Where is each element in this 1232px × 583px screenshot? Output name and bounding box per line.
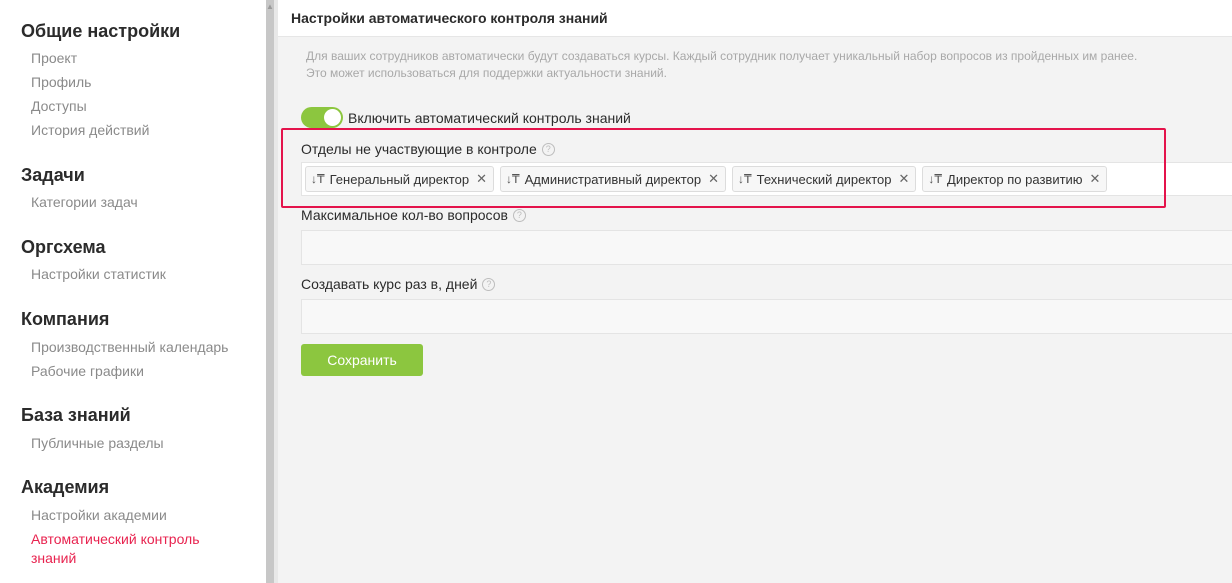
tag-label: Директор по развитию	[947, 171, 1083, 187]
scroll-up-icon[interactable]: ▲	[266, 2, 274, 12]
scrollbar-thumb[interactable]	[266, 0, 274, 583]
section-title: Оргсхема	[21, 237, 106, 257]
main-content: Настройки автоматического контроля знани…	[278, 0, 1232, 583]
sort-down-icon: ↓₸	[737, 172, 752, 186]
course-interval-label: Создавать курс раз в, дней ?	[301, 276, 496, 292]
sidebar-item-work-schedules[interactable]: Рабочие графики	[31, 359, 228, 383]
close-icon[interactable]: ✕	[898, 171, 909, 187]
enable-control-row: Включить автоматический контроль знаний	[301, 107, 631, 128]
section-title: Задачи	[21, 165, 85, 185]
sidebar-item-profile[interactable]: Профиль	[31, 70, 180, 94]
sidebar-section-general: Общие настройки Проект Профиль Доступы И…	[21, 20, 180, 142]
max-questions-input[interactable]	[301, 230, 1232, 265]
sort-down-icon: ↓₸	[505, 172, 520, 186]
sidebar-section-academy: Академия Настройки академии Автоматическ…	[21, 476, 231, 568]
sidebar-item-task-categories[interactable]: Категории задач	[31, 190, 138, 214]
excluded-departments-label: Отделы не участвующие в контроле ?	[301, 141, 555, 157]
tag-label: Технический директор	[756, 171, 892, 187]
tag-label: Административный директор	[524, 171, 702, 187]
section-title: База знаний	[21, 405, 131, 425]
sidebar-section-knowledge-base: База знаний Публичные разделы	[21, 404, 164, 455]
sort-down-icon: ↓₸	[311, 172, 325, 186]
sidebar-section-company: Компания Производственный календарь Рабо…	[21, 308, 228, 383]
field-label-text: Создавать курс раз в, дней	[301, 276, 478, 292]
max-questions-label: Максимальное кол-во вопросов ?	[301, 207, 526, 223]
description-line: Для ваших сотрудников автоматически буду…	[306, 49, 1138, 63]
department-tag: ↓₸ Генеральный директор ✕	[305, 166, 494, 192]
department-tag: ↓₸ Директор по развитию ✕	[922, 166, 1108, 192]
sidebar-item-public-sections[interactable]: Публичные разделы	[31, 431, 164, 455]
close-icon[interactable]: ✕	[1090, 171, 1101, 187]
sidebar-item-statistics-settings[interactable]: Настройки статистик	[31, 262, 166, 286]
sort-down-icon: ↓₸	[928, 172, 943, 186]
page-title: Настройки автоматического контроля знани…	[291, 10, 608, 26]
section-title: Компания	[21, 309, 110, 329]
sidebar-item-production-calendar[interactable]: Производственный календарь	[31, 335, 228, 359]
page-description: Для ваших сотрудников автоматически буду…	[306, 48, 1206, 82]
section-title: Академия	[21, 477, 110, 497]
save-button[interactable]: Сохранить	[301, 344, 423, 376]
sidebar-section-orgchart: Оргсхема Настройки статистик	[21, 236, 166, 286]
field-label-text: Максимальное кол-во вопросов	[301, 207, 508, 223]
question-circle-icon[interactable]: ?	[512, 208, 526, 222]
close-icon[interactable]: ✕	[708, 171, 719, 187]
sidebar-item-history[interactable]: История действий	[31, 118, 180, 142]
enable-control-toggle[interactable]	[301, 107, 343, 128]
description-line: Это может использоваться для поддержки а…	[306, 66, 667, 80]
sidebar-item-project[interactable]: Проект	[31, 46, 180, 70]
department-tag: ↓₸ Технический директор ✕	[731, 166, 917, 192]
section-title: Общие настройки	[21, 21, 181, 41]
settings-sidebar: Общие настройки Проект Профиль Доступы И…	[0, 0, 266, 583]
sidebar-section-tasks: Задачи Категории задач	[21, 164, 138, 214]
toggle-knob	[324, 109, 341, 126]
department-tag: ↓₸ Административный директор ✕	[499, 166, 726, 192]
field-label-text: Отделы не участвующие в контроле	[301, 141, 537, 157]
close-icon[interactable]: ✕	[476, 171, 487, 187]
enable-control-label: Включить автоматический контроль знаний	[348, 109, 631, 126]
tag-label: Генеральный директор	[329, 171, 470, 187]
sidebar-item-access[interactable]: Доступы	[31, 94, 180, 118]
course-interval-input[interactable]	[301, 299, 1232, 334]
sidebar-item-academy-settings[interactable]: Настройки академии	[31, 503, 231, 527]
question-circle-icon[interactable]: ?	[541, 142, 555, 156]
question-circle-icon[interactable]: ?	[482, 277, 496, 291]
page-header: Настройки автоматического контроля знани…	[278, 0, 1232, 37]
excluded-departments-select[interactable]: ↓₸ Генеральный директор ✕ ↓₸ Администрат…	[301, 162, 1232, 196]
sidebar-item-auto-knowledge-control[interactable]: Автоматический контроль знаний	[31, 530, 231, 568]
